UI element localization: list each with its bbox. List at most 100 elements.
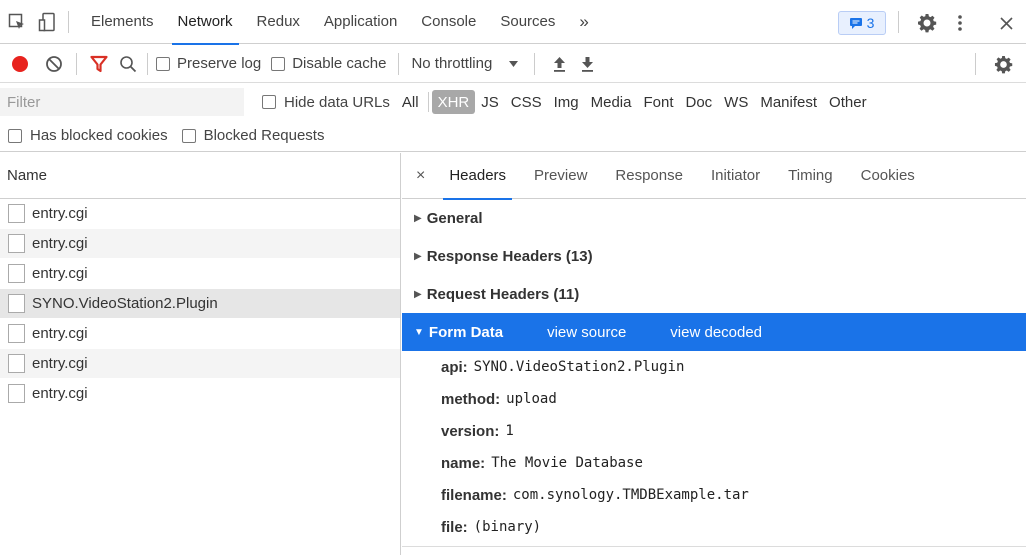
- filter-type-manifest[interactable]: Manifest: [754, 90, 823, 114]
- preserve-log-label: Preserve log: [177, 55, 262, 72]
- expand-triangle-icon: ▶: [414, 212, 422, 224]
- request-row[interactable]: entry.cgi: [0, 319, 400, 349]
- tab-application[interactable]: Application: [312, 0, 409, 44]
- inspect-element-icon[interactable]: [0, 0, 34, 44]
- section-form-data[interactable]: ▼ Form Data view source view decoded: [402, 313, 1026, 351]
- tab-sources[interactable]: Sources: [488, 0, 567, 44]
- issues-badge[interactable]: 3: [838, 11, 886, 35]
- filter-type-js[interactable]: JS: [475, 90, 505, 114]
- filter-type-all[interactable]: All: [396, 90, 425, 114]
- tab-timing[interactable]: Timing: [774, 153, 846, 199]
- filter-type-css[interactable]: CSS: [505, 90, 548, 114]
- disable-cache-checkbox[interactable]: [271, 56, 286, 71]
- toolbar-divider: [534, 52, 536, 75]
- form-data-key: api:: [441, 358, 468, 376]
- tab-headers[interactable]: Headers: [435, 153, 520, 200]
- form-data-key: version:: [441, 422, 500, 440]
- form-data-value: upload: [506, 391, 557, 407]
- file-icon: [8, 264, 25, 283]
- export-har-icon[interactable]: [575, 56, 599, 72]
- toolbar-divider: [975, 53, 976, 75]
- form-data-row: filename: com.synology.TMDBExample.tar: [402, 479, 1026, 511]
- clear-icon[interactable]: [40, 45, 68, 83]
- request-list: Name entry.cgi entry.cgi entry.cgi SYNO.…: [0, 153, 401, 555]
- settings-gear-icon[interactable]: [916, 12, 938, 34]
- network-settings-gear-icon[interactable]: [992, 53, 1014, 75]
- filter-type-xhr[interactable]: XHR: [431, 90, 476, 114]
- request-row[interactable]: entry.cgi: [0, 259, 400, 289]
- filter-type-doc[interactable]: Doc: [679, 90, 718, 114]
- device-toolbar-icon[interactable]: [34, 0, 62, 44]
- toolbar-divider: [76, 52, 77, 75]
- request-row[interactable]: entry.cgi: [0, 379, 400, 409]
- close-devtools-icon[interactable]: [995, 12, 1017, 34]
- dropdown-arrow-icon[interactable]: [506, 60, 520, 67]
- hide-data-urls-label: Hide data URLs: [284, 93, 390, 111]
- request-name: SYNO.VideoStation2.Plugin: [32, 295, 218, 312]
- section-general[interactable]: ▶ General: [402, 199, 1026, 237]
- section-title: Response Headers (13): [426, 247, 593, 265]
- request-row-selected[interactable]: SYNO.VideoStation2.Plugin: [0, 289, 400, 319]
- section-request-headers[interactable]: ▶ Request Headers (11): [402, 275, 1026, 313]
- form-data-value: (binary): [473, 519, 542, 535]
- collapse-triangle-icon: ▼: [414, 326, 424, 338]
- issues-count: 3: [866, 15, 875, 31]
- filter-types: Hide data URLs All XHR JS CSS Img Media …: [262, 84, 873, 120]
- tab-network[interactable]: Network: [166, 0, 245, 45]
- request-name: entry.cgi: [32, 235, 88, 252]
- filter-type-other[interactable]: Other: [823, 90, 873, 114]
- request-row[interactable]: entry.cgi: [0, 229, 400, 259]
- view-source-link[interactable]: view source: [547, 324, 626, 341]
- section-response-headers[interactable]: ▶ Response Headers (13): [402, 237, 1026, 275]
- more-tabs-button[interactable]: »: [567, 0, 600, 44]
- more-options-icon[interactable]: [954, 12, 966, 34]
- filter-bar: Hide data URLs All XHR JS CSS Img Media …: [0, 84, 1026, 120]
- request-name: entry.cgi: [32, 355, 88, 372]
- expand-triangle-icon: ▶: [414, 250, 422, 262]
- close-detail-button[interactable]: ×: [402, 153, 435, 199]
- filter-funnel-icon[interactable]: [85, 45, 113, 83]
- request-detail-panel: × Headers Preview Response Initiator Tim…: [402, 153, 1026, 555]
- disable-cache-label: Disable cache: [292, 55, 387, 72]
- filter-input[interactable]: [0, 88, 244, 116]
- detail-tabbar: × Headers Preview Response Initiator Tim…: [402, 153, 1026, 200]
- throttling-select[interactable]: No throttling: [411, 55, 492, 72]
- preserve-log-checkbox[interactable]: [156, 56, 170, 71]
- record-icon[interactable]: [0, 45, 40, 83]
- request-name: entry.cgi: [32, 325, 88, 342]
- filter-type-media[interactable]: Media: [585, 90, 638, 114]
- name-column-header[interactable]: Name: [0, 153, 400, 199]
- search-icon[interactable]: [113, 45, 143, 83]
- filter-divider: [427, 92, 429, 112]
- expand-triangle-icon: ▶: [414, 288, 422, 300]
- request-name: entry.cgi: [32, 265, 88, 282]
- tab-response[interactable]: Response: [601, 153, 697, 199]
- form-data-key: filename:: [441, 486, 507, 504]
- tab-initiator[interactable]: Initiator: [697, 153, 774, 199]
- view-decoded-link[interactable]: view decoded: [670, 324, 762, 341]
- blocked-requests-label: Blocked Requests: [203, 127, 325, 144]
- toolbar-divider: [898, 11, 899, 33]
- form-data-row: api: SYNO.VideoStation2.Plugin: [402, 351, 1026, 383]
- panel-divider: [402, 546, 1026, 547]
- import-har-icon[interactable]: [547, 56, 571, 72]
- filter-type-font[interactable]: Font: [637, 90, 679, 114]
- form-data-row: version: 1: [402, 415, 1026, 447]
- has-blocked-cookies-checkbox[interactable]: [8, 128, 22, 143]
- tab-cookies[interactable]: Cookies: [847, 153, 929, 199]
- tab-preview[interactable]: Preview: [520, 153, 601, 199]
- filter-type-img[interactable]: Img: [548, 90, 585, 114]
- tab-redux[interactable]: Redux: [245, 0, 312, 44]
- hide-data-urls-checkbox[interactable]: [262, 95, 276, 109]
- request-row[interactable]: entry.cgi: [0, 199, 400, 229]
- form-data-value: SYNO.VideoStation2.Plugin: [473, 359, 685, 375]
- section-title: General: [426, 209, 483, 227]
- blocked-requests-checkbox[interactable]: [181, 128, 196, 143]
- form-data-value: 1: [505, 423, 514, 439]
- filter-type-ws[interactable]: WS: [718, 90, 754, 114]
- toolbar-divider: [147, 52, 148, 75]
- blocked-filter-row: Has blocked cookies Blocked Requests: [0, 120, 1026, 152]
- tab-console[interactable]: Console: [409, 0, 488, 44]
- tab-elements[interactable]: Elements: [79, 0, 166, 44]
- request-row[interactable]: entry.cgi: [0, 349, 400, 379]
